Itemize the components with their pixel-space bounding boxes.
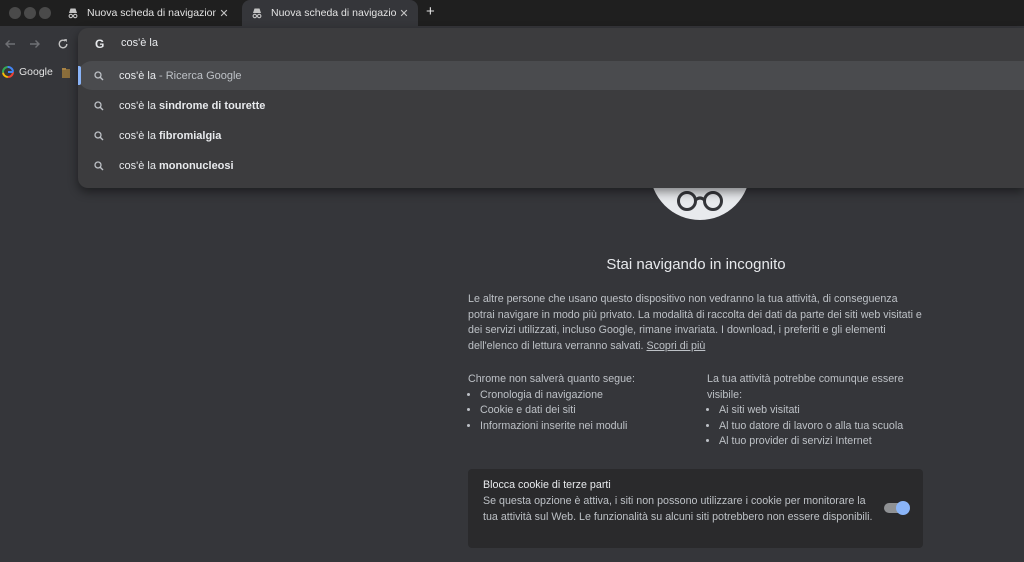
bookmark-google-label: Google xyxy=(19,66,53,78)
folder-icon[interactable] xyxy=(62,65,70,78)
not-saved-section: Chrome non salverà quanto segue: Cronolo… xyxy=(468,372,688,434)
cookie-card-title: Blocca cookie di terze parti xyxy=(483,479,611,491)
suggestion-query: cos'è la xyxy=(119,69,156,82)
google-icon xyxy=(2,66,14,78)
suggestion-item[interactable]: cos'è la - Ricerca Google xyxy=(78,61,1024,90)
page-title: Stai navigando in incognito xyxy=(606,256,786,273)
omnibox[interactable]: G cos'è la xyxy=(78,28,1024,60)
list-item: Al tuo provider di servizi Internet xyxy=(719,434,924,450)
suggestion-query: cos'è la xyxy=(119,129,160,142)
incognito-icon xyxy=(250,6,264,20)
suggestion-query: cos'è la xyxy=(119,159,160,172)
search-icon xyxy=(94,160,106,172)
suggestion-item[interactable]: cos'è la fibromialgia xyxy=(78,121,1024,150)
suggestion-completion: mononucleosi xyxy=(159,159,234,172)
bookmark-google[interactable]: Google xyxy=(2,66,53,78)
tab-close-icon[interactable]: ✕ xyxy=(396,7,412,20)
omnibox-dropdown: G cos'è la cos'è la - Ricerca Google cos… xyxy=(78,28,1024,188)
list-item: Cronologia di navigazione xyxy=(480,388,688,404)
still-visible-title: La tua attività potrebbe comunque essere… xyxy=(707,373,904,401)
tab-title: Nuova scheda di navigazione xyxy=(271,7,396,19)
list-item: Al tuo datore di lavoro o alla tua scuol… xyxy=(719,419,924,435)
suggestion-description: - Ricerca Google xyxy=(155,69,242,82)
list-item: Informazioni inserite nei moduli xyxy=(480,419,688,435)
tab-title: Nuova scheda di navigazione xyxy=(87,7,216,19)
new-tab-button[interactable]: + xyxy=(426,3,435,20)
arrow-right-icon xyxy=(30,40,40,48)
search-icon xyxy=(94,70,106,82)
tab-close-icon[interactable]: ✕ xyxy=(216,7,232,20)
search-icon xyxy=(94,130,106,142)
reload-icon xyxy=(58,39,68,49)
omnibox-input[interactable]: cos'è la xyxy=(121,37,158,49)
third-party-cookie-card: Blocca cookie di terze parti Se questa o… xyxy=(468,469,923,548)
tab-strip: Nuova scheda di navigazione ✕ Nuova sche… xyxy=(0,0,1024,26)
block-cookies-toggle[interactable] xyxy=(884,501,910,515)
back-button[interactable] xyxy=(2,36,18,52)
suggestion-query: cos'è la xyxy=(119,99,160,112)
suggestion-item[interactable]: cos'è la mononucleosi xyxy=(78,151,1024,180)
suggestion-item[interactable]: cos'è la sindrome di tourette xyxy=(78,91,1024,120)
reload-button[interactable] xyxy=(55,36,71,52)
incognito-icon xyxy=(66,6,80,20)
google-icon: G xyxy=(95,37,105,51)
selection-indicator xyxy=(78,66,81,85)
arrow-left-icon xyxy=(5,40,15,48)
list-item: Cookie e dati dei siti xyxy=(480,403,688,419)
cookie-card-description: Se questa opzione è attiva, i siti non p… xyxy=(483,495,873,523)
tab-incognito-1[interactable]: Nuova scheda di navigazione ✕ xyxy=(58,0,238,26)
window-minimize-button[interactable] xyxy=(24,7,36,19)
window-close-button[interactable] xyxy=(9,7,21,19)
tab-incognito-2[interactable]: Nuova scheda di navigazione ✕ xyxy=(242,0,418,26)
not-saved-title: Chrome non salverà quanto segue: xyxy=(468,373,635,385)
intro-paragraph: Le altre persone che usano questo dispos… xyxy=(468,292,924,354)
toggle-knob xyxy=(896,501,910,515)
suggestion-completion: sindrome di tourette xyxy=(159,99,266,112)
forward-button[interactable] xyxy=(27,36,43,52)
search-icon xyxy=(94,100,106,112)
still-visible-section: La tua attività potrebbe comunque essere… xyxy=(707,372,924,450)
learn-more-link[interactable]: Scopri di più xyxy=(647,340,706,352)
list-item: Ai siti web visitati xyxy=(719,403,924,419)
window-zoom-button[interactable] xyxy=(39,7,51,19)
suggestion-completion: fibromialgia xyxy=(159,129,222,142)
